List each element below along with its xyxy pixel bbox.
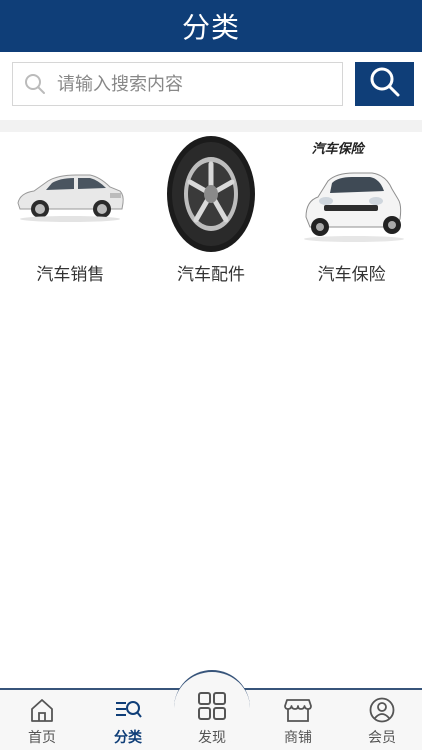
tab-home[interactable]: 首页 [0,690,84,750]
user-icon [368,696,396,724]
tab-discover[interactable]: 发现 [170,690,254,750]
search-bar [0,52,422,120]
tab-member[interactable]: 会员 [340,690,422,750]
category-item-car-insurance[interactable]: 汽车保险 汽车保险 [281,132,422,300]
search-input[interactable] [57,64,342,104]
white-hatchback-image: 汽车保险 [292,132,412,256]
tab-label: 分类 [114,730,142,746]
category-item-car-parts[interactable]: 汽车配件 [141,132,282,300]
grid-icon [196,690,228,721]
category-grid: 汽车销售 汽车配件 汽车保险 汽车保险 [0,132,422,300]
tire-image [151,132,271,256]
category-label: 汽车保险 [317,265,386,285]
section-divider [0,120,422,132]
tab-label: 发现 [198,730,226,746]
category-label: 汽车销售 [36,265,105,285]
search-box[interactable] [12,62,343,106]
tab-category[interactable]: 分类 [86,690,170,750]
tab-shop[interactable]: 商铺 [256,690,340,750]
insurance-logo-text: 汽车保险 [311,142,364,157]
header-bar: 分类 [0,0,422,52]
category-item-car-sales[interactable]: 汽车销售 [0,132,141,300]
tab-label: 首页 [28,730,56,746]
tab-label: 会员 [368,730,396,746]
tab-label: 商铺 [284,730,312,746]
category-list-icon [114,696,142,724]
search-button[interactable] [355,62,414,106]
home-icon [28,696,56,724]
page-title: 分类 [181,11,240,44]
category-label: 汽车配件 [176,265,245,285]
search-icon [13,62,57,106]
search-icon [369,66,401,102]
shop-icon [284,696,312,724]
bottom-tab-bar: 首页 分类 发现 商铺 会员 [0,670,422,750]
sedan-car-image [10,132,130,256]
